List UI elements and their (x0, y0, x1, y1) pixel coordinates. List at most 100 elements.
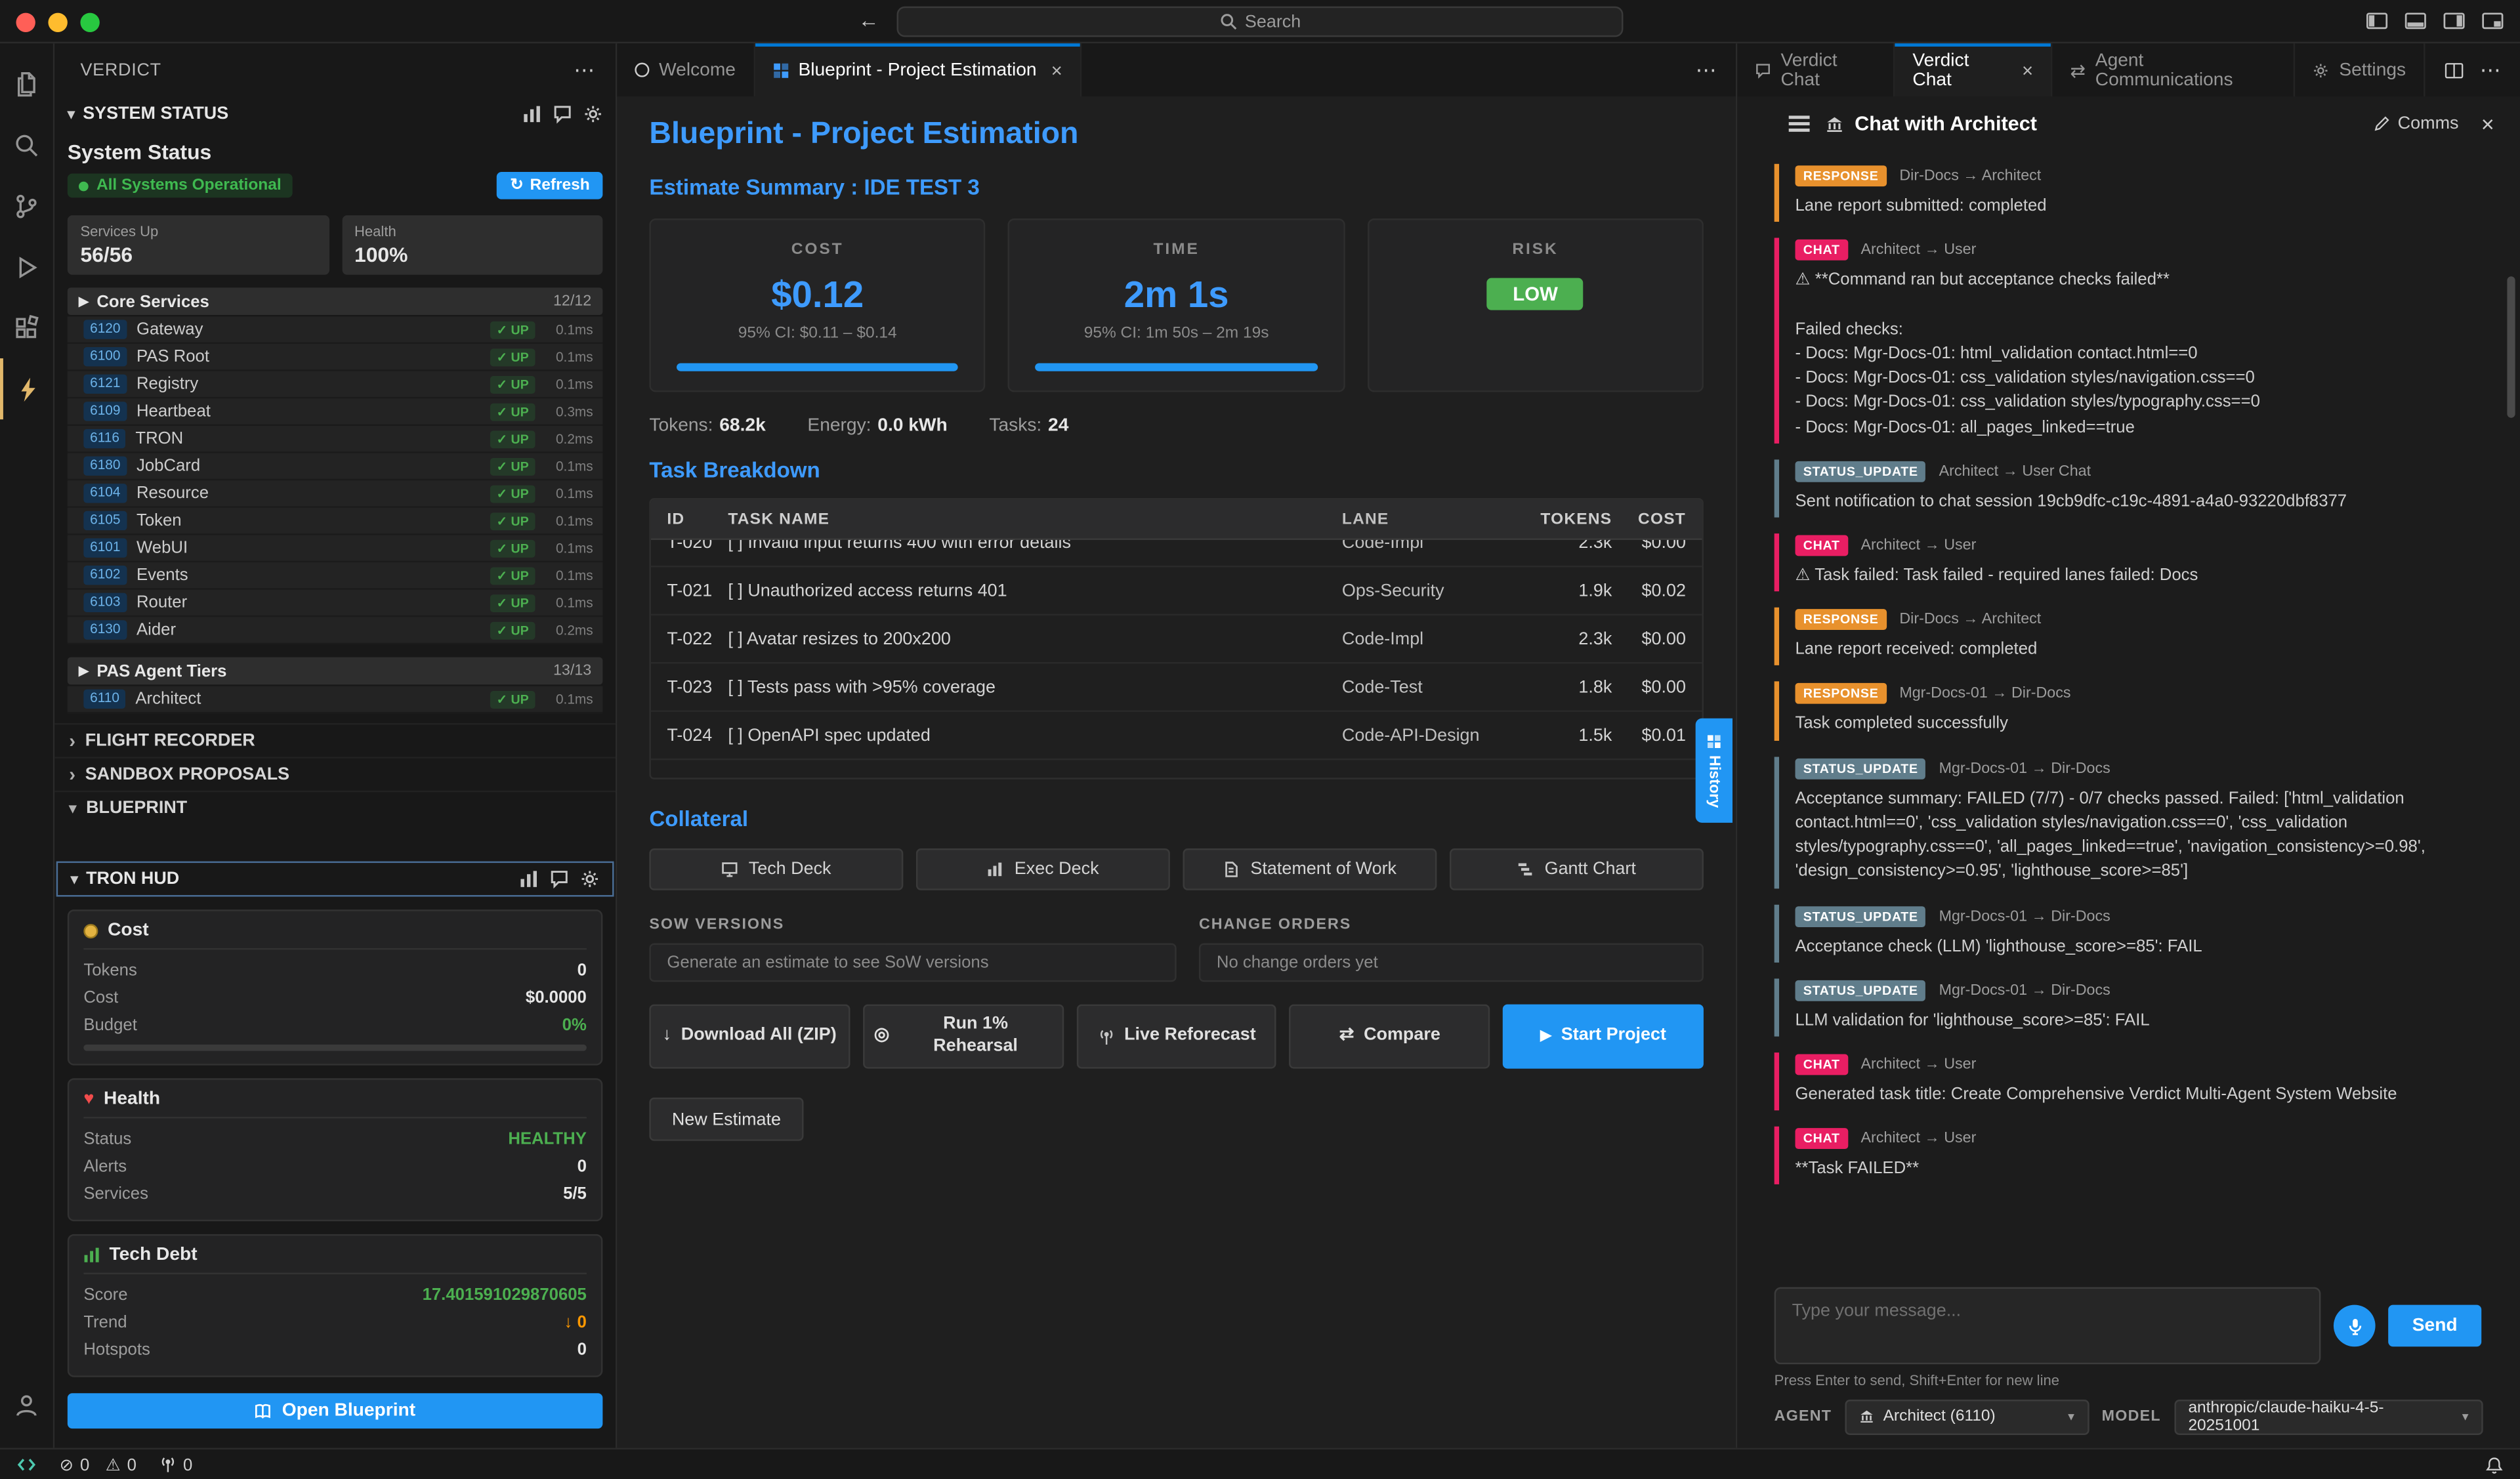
service-row[interactable]: 6105 Token ✓ UP 0.1ms (68, 508, 603, 535)
minimize-window-button[interactable] (48, 13, 67, 32)
mic-button[interactable] (2334, 1305, 2376, 1347)
toggle-panel-icon[interactable] (2404, 10, 2427, 32)
problems-indicator[interactable]: ⊘ 0 ⚠ 0 (60, 1455, 136, 1474)
chart-icon[interactable] (519, 869, 538, 888)
refresh-button[interactable]: ↻ Refresh (497, 172, 603, 199)
compare-button[interactable]: ⇄ Compare (1290, 1005, 1490, 1069)
core-services-group[interactable]: ▶ Core Services 12/12 (68, 287, 603, 315)
model-select[interactable]: anthropic/claude-haiku-4-5-20251001 ▾ (2174, 1399, 2483, 1434)
tech-deck-button[interactable]: Tech Deck (649, 848, 903, 890)
gear-icon[interactable] (580, 869, 599, 888)
tab-settings[interactable]: Settings (2296, 43, 2425, 96)
section-sandbox-proposals[interactable]: › SANDBOX PROPOSALS (54, 757, 616, 790)
download-all-zip-button[interactable]: ↓ Download All (ZIP) (649, 1005, 850, 1069)
editor-actions-more-icon[interactable]: ⋯ (1696, 57, 1717, 83)
close-window-button[interactable] (16, 13, 35, 32)
agent-tiers-list: 6110 Architect ✓ UP 0.1ms (68, 686, 603, 714)
section-blueprint[interactable]: ▾ BLUEPRINT (54, 791, 616, 824)
tab-verdict-chat-2[interactable]: Verdict Chat × (1895, 43, 2052, 96)
tab-agent-communications[interactable]: ⇄ Agent Communications (2053, 43, 2296, 96)
toggle-secondary-sidebar-icon[interactable] (2443, 10, 2465, 32)
sidebar-more-icon[interactable]: ⋯ (574, 57, 596, 83)
split-editor-icon[interactable] (2445, 60, 2464, 79)
send-button[interactable]: Send (2388, 1305, 2481, 1347)
gantt-chart-button[interactable]: Gantt Chart (1450, 848, 1704, 890)
table-row[interactable]: T-021 [ ] Unauthorized access returns 40… (651, 567, 1702, 615)
service-row[interactable]: 6120 Gateway ✓ UP 0.1ms (68, 316, 603, 344)
service-latency: 0.1ms (545, 594, 593, 610)
comment-icon[interactable] (553, 104, 572, 123)
menu-icon[interactable] (1789, 122, 1810, 125)
task-lane-cell: Code-API-Design (1342, 726, 1515, 745)
close-tab-icon[interactable]: × (1051, 58, 1062, 81)
ports-indicator[interactable]: 0 (159, 1455, 192, 1474)
extensions-icon[interactable] (0, 297, 54, 358)
source-control-icon[interactable] (0, 175, 54, 236)
close-icon[interactable]: × (2481, 111, 2494, 136)
chat-message: STATUS_UPDATE Mgr-Docs-01 → Dir-Docs Acc… (1774, 904, 2482, 963)
service-row[interactable]: 6121 Registry ✓ UP 0.1ms (68, 371, 603, 399)
section-system-status[interactable]: ▾ SYSTEM STATUS (54, 96, 616, 132)
table-row[interactable]: T-020 [ ] Invalid input returns 400 with… (651, 540, 1702, 568)
panel-more-icon[interactable]: ⋯ (2480, 57, 2501, 83)
remote-indicator[interactable] (16, 1454, 37, 1475)
search-input[interactable]: Search (897, 7, 1624, 37)
message-text: Acceptance summary: FAILED (7/7) - 0/7 c… (1796, 787, 2482, 885)
service-row[interactable]: 6116 TRON ✓ UP 0.2ms (68, 426, 603, 453)
service-row[interactable]: 6130 Aider ✓ UP 0.2ms (68, 617, 603, 644)
verdict-activity-icon[interactable] (0, 358, 54, 419)
explorer-icon[interactable] (0, 53, 54, 114)
agent-select[interactable]: Architect (6110) ▾ (1845, 1399, 2089, 1434)
task-breakdown-heading: Task Breakdown (649, 458, 1704, 482)
tab-welcome[interactable]: Welcome (617, 43, 755, 96)
close-tab-icon[interactable]: × (2022, 58, 2033, 81)
customize-layout-icon[interactable] (2481, 10, 2504, 32)
chevron-right-icon: ▶ (79, 294, 89, 308)
chat-bubble-icon (1755, 62, 1771, 77)
statement-of-work-button[interactable]: Statement of Work (1183, 848, 1437, 890)
service-row[interactable]: 6180 JobCard ✓ UP 0.1ms (68, 453, 603, 481)
open-blueprint-button[interactable]: Open Blueprint (68, 1393, 603, 1428)
message-text: Acceptance check (LLM) 'lighthouse_score… (1796, 934, 2482, 959)
toggle-sidebar-icon[interactable] (2366, 10, 2388, 32)
service-row[interactable]: 6102 Events ✓ UP 0.1ms (68, 562, 603, 590)
service-row[interactable]: 6110 Architect ✓ UP 0.1ms (68, 686, 603, 714)
section-flight-recorder[interactable]: › FLIGHT RECORDER (54, 723, 616, 757)
live-reforecast-button[interactable]: Live Reforecast (1076, 1005, 1277, 1069)
secondary-panel: Verdict Chat Verdict Chat × ⇄ Agent Comm… (1736, 43, 2520, 1448)
run-rehearsal-button[interactable]: ◎ Run 1% Rehearsal (863, 1005, 1064, 1069)
tab-verdict-chat-1[interactable]: Verdict Chat (1737, 43, 1895, 96)
run-debug-icon[interactable] (0, 236, 54, 297)
maximize-window-button[interactable] (80, 13, 99, 32)
table-row[interactable]: T-022 [ ] Avatar resizes to 200x200 Code… (651, 615, 1702, 663)
table-body[interactable]: T-020 [ ] Invalid input returns 400 with… (651, 540, 1702, 778)
service-latency: 0.1ms (545, 348, 593, 364)
table-row[interactable]: T-024 [ ] OpenAPI spec updated Code-API-… (651, 712, 1702, 760)
service-row[interactable]: 6101 WebUI ✓ UP 0.1ms (68, 535, 603, 563)
gear-icon[interactable] (583, 104, 602, 123)
chat-message-list[interactable]: RESPONSE Dir-Docs → Architect Lane repor… (1737, 151, 2520, 1278)
comms-button[interactable]: Comms (2374, 114, 2459, 133)
back-button[interactable]: ← (858, 8, 879, 32)
status-badge: All Systems Operational (68, 173, 293, 198)
agent-tiers-group[interactable]: ▶ PAS Agent Tiers 13/13 (68, 657, 603, 685)
service-row[interactable]: 6103 Router ✓ UP 0.1ms (68, 590, 603, 617)
start-project-button[interactable]: ▶ Start Project (1503, 1005, 1704, 1069)
scrollbar-thumb[interactable] (2507, 276, 2515, 418)
table-row[interactable]: T-023 [ ] Tests pass with >95% coverage … (651, 663, 1702, 711)
notifications-bell-icon[interactable] (2485, 1455, 2504, 1474)
message-type-badge: STATUS_UPDATE (1796, 758, 1927, 779)
service-row[interactable]: 6109 Heartbeat ✓ UP 0.3ms (68, 398, 603, 426)
search-activity-icon[interactable] (0, 114, 54, 175)
exec-deck-button[interactable]: Exec Deck (916, 848, 1170, 890)
service-row[interactable]: 6104 Resource ✓ UP 0.1ms (68, 480, 603, 508)
section-tron-hud[interactable]: ▾ TRON HUD (56, 862, 614, 897)
history-tab[interactable]: History (1696, 719, 1732, 823)
new-estimate-button[interactable]: New Estimate (649, 1098, 803, 1141)
comment-icon[interactable] (550, 869, 569, 888)
accounts-icon[interactable] (0, 1374, 54, 1435)
chat-message-input[interactable] (1774, 1287, 2321, 1365)
tab-blueprint-project-estimation[interactable]: Blueprint - Project Estimation × (755, 43, 1082, 96)
chart-icon[interactable] (522, 104, 541, 123)
service-row[interactable]: 6100 PAS Root ✓ UP 0.1ms (68, 344, 603, 371)
